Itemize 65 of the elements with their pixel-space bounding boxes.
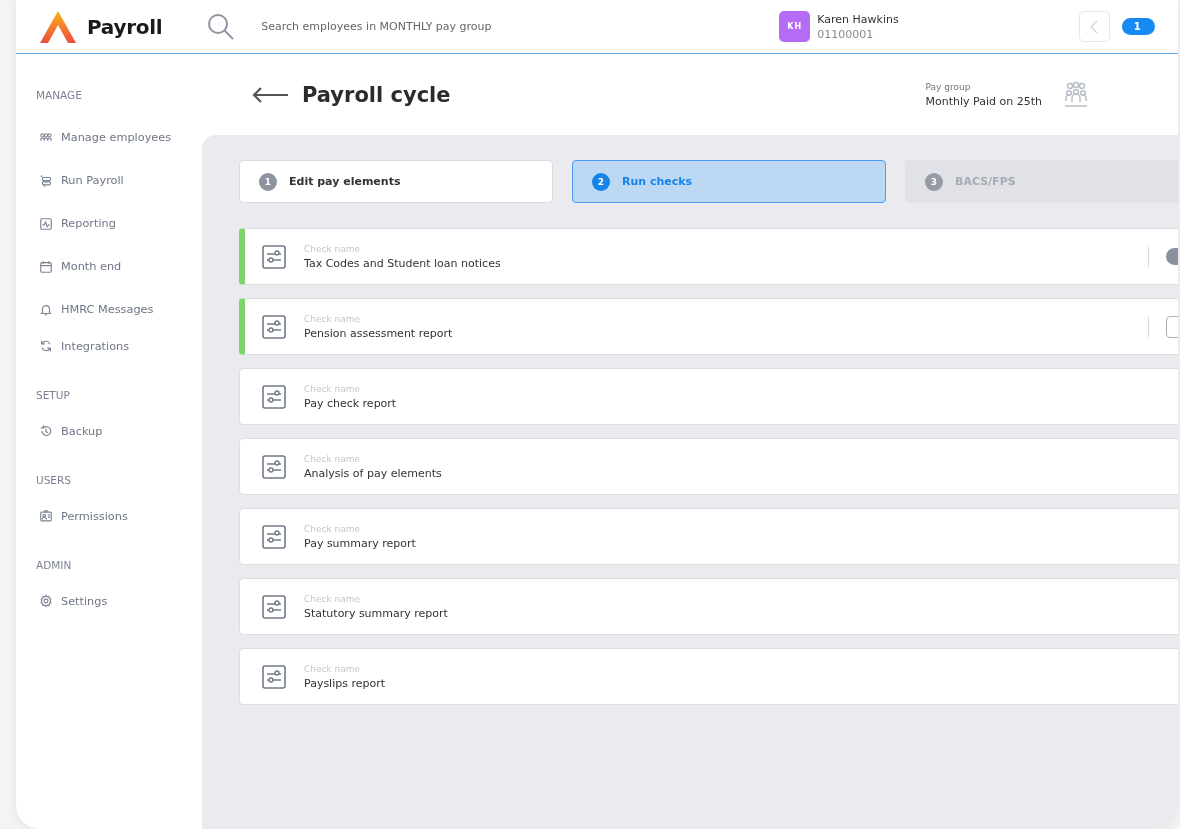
search-field[interactable]: Search employees in MONTHLY pay group <box>259 19 768 34</box>
field-label: Check name <box>304 523 362 534</box>
stack-icon <box>39 173 53 188</box>
sliders-icon <box>262 664 286 689</box>
field-label: Check name <box>304 663 362 674</box>
sliders-icon <box>262 594 286 619</box>
arrow-left-icon <box>252 85 289 104</box>
field-label: Check name <box>304 313 362 324</box>
user-name: Karen Hawkins <box>817 12 899 26</box>
section-heading: USERS <box>36 473 71 488</box>
section-heading: ADMIN <box>36 558 72 573</box>
settings-icon <box>39 594 53 608</box>
sidebar-item[interactable]: HMRC Messages <box>39 288 154 331</box>
calendar-icon <box>39 259 53 274</box>
group-icon <box>1062 80 1090 109</box>
history-icon <box>39 424 53 438</box>
id-card-icon <box>39 509 53 523</box>
page-title: Payroll cycle <box>302 82 451 107</box>
field-label: Check name <box>304 243 362 254</box>
sidebar-item[interactable]: Settings <box>39 586 108 616</box>
step-label: BACS/FPS <box>955 175 1016 188</box>
sliders-icon <box>262 454 286 479</box>
sidebar-item[interactable]: Month end <box>39 245 122 288</box>
step-tab[interactable]: 2 Run checks <box>572 160 886 203</box>
sliders-icon <box>262 314 286 339</box>
count-badge[interactable]: 1 <box>1121 18 1155 35</box>
check-name: Pension assessment report <box>304 326 453 340</box>
user-avatar[interactable]: KH <box>779 11 811 42</box>
step-number: 1 <box>259 172 277 191</box>
sidebar-item[interactable]: Reporting <box>39 202 116 245</box>
check-name: Analysis of pay elements <box>304 466 442 480</box>
bell-icon <box>39 302 53 317</box>
section-heading: MANAGE <box>36 88 82 103</box>
sidebar-item[interactable]: Backup <box>39 416 103 446</box>
sidebar-item[interactable]: Run Payroll <box>39 159 124 202</box>
step-label: Edit pay elements <box>289 175 401 188</box>
field-label: Check name <box>304 383 362 394</box>
field-label: Check name <box>304 453 362 464</box>
chevron-left-icon <box>1090 19 1099 34</box>
app-title: Payroll <box>87 14 163 39</box>
sidebar-item[interactable]: Manage employees <box>39 116 172 159</box>
step-number: 3 <box>925 172 943 191</box>
step-label: Run checks <box>622 175 693 188</box>
search-icon <box>207 12 236 41</box>
sidebar-item[interactable]: Permissions <box>39 501 128 531</box>
logo-icon <box>39 9 77 44</box>
sliders-icon <box>262 524 286 549</box>
sidebar-item[interactable]: Integrations <box>39 331 130 361</box>
check-name: Pay summary report <box>304 536 416 550</box>
section-heading: SETUP <box>36 388 70 403</box>
check-name: Tax Codes and Student loan notices <box>304 256 501 270</box>
check-name: Statutory summary report <box>304 606 448 620</box>
check-name: Payslips report <box>304 676 386 690</box>
check-name: Pay check report <box>304 396 397 410</box>
back-button[interactable] <box>252 85 289 104</box>
refresh-icon <box>39 339 53 353</box>
field-label: Pay group <box>925 81 972 92</box>
step-tab[interactable]: 1 Edit pay elements <box>239 160 553 203</box>
chart-icon <box>39 216 53 231</box>
pay-group-value: Monthly Paid on 25th <box>925 94 1042 108</box>
step-number: 2 <box>592 172 610 191</box>
user-id: 01100001 <box>817 27 875 41</box>
field-label: Check name <box>304 593 362 604</box>
sliders-icon <box>262 384 286 409</box>
sliders-icon <box>262 244 286 269</box>
